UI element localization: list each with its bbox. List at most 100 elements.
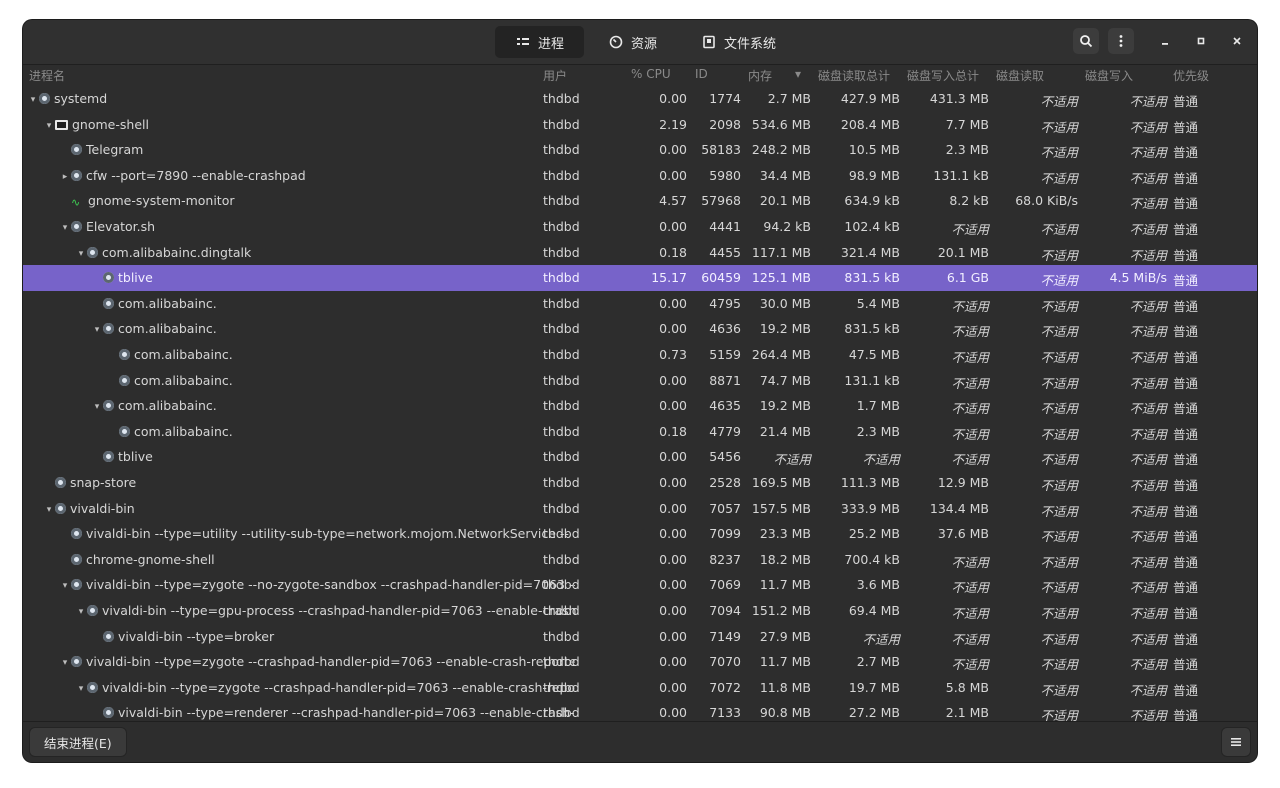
pid-cell: 7149	[709, 628, 741, 644]
table-row[interactable]: com.alibabainc. thdbd 0.18 4779 21.4 MB 2.3 M…	[23, 419, 1257, 445]
table-row[interactable]: vivaldi-bin --type=renderer --crashpad-h…	[23, 700, 1257, 721]
disk-write-cell: 不适用	[1129, 554, 1167, 570]
col-header-id[interactable]: ID	[695, 67, 708, 81]
disk-write-cell: 不适用	[1129, 170, 1167, 186]
priority-cell: 普通	[1173, 298, 1199, 314]
col-header-name[interactable]: 进程名	[29, 67, 65, 84]
memory-cell: 19.2 MB	[759, 321, 811, 337]
collapse-arrow-icon[interactable]: ▾	[75, 249, 87, 259]
search-icon	[1080, 35, 1093, 48]
priority-cell: 普通	[1173, 247, 1199, 263]
priority-cell: 普通	[1173, 196, 1199, 212]
menu-button[interactable]	[1108, 28, 1134, 54]
table-row[interactable]: ∿ gnome-system-monitor thdbd 4.57 57968 20.1 …	[23, 188, 1257, 214]
end-process-button[interactable]: 结束进程(E)	[30, 728, 126, 756]
minimize-button[interactable]	[1154, 30, 1176, 52]
tab-label: 进程	[538, 36, 565, 52]
process-name: cfw --port=7890 --enable-crashpad	[86, 167, 306, 183]
table-row[interactable]: chrome-gnome-shell thdbd 0.00 8237 18.2 MB 70…	[23, 547, 1257, 573]
collapse-arrow-icon[interactable]: ▾	[59, 581, 71, 591]
process-name: chrome-gnome-shell	[86, 551, 215, 567]
process-icon	[71, 169, 82, 181]
priority-cell: 普通	[1173, 580, 1199, 596]
memory-cell: 30.0 MB	[759, 295, 811, 311]
disk-read-cell: 68.0 KiB/s	[1015, 193, 1078, 209]
priority-cell: 普通	[1173, 503, 1199, 519]
collapse-arrow-icon[interactable]: ▾	[91, 325, 103, 335]
user-cell: thdbd	[543, 142, 580, 158]
priority-cell: 普通	[1173, 452, 1199, 468]
table-row[interactable]: ▾ vivaldi-bin --type=gpu-process --crashp…	[23, 598, 1257, 624]
collapse-arrow-icon[interactable]: ▾	[91, 402, 103, 412]
search-button[interactable]	[1073, 28, 1099, 54]
collapse-arrow-icon[interactable]: ▾	[43, 121, 55, 131]
col-header-disk-write[interactable]: 磁盘写入	[1085, 67, 1133, 84]
collapse-arrow-icon[interactable]: ▾	[75, 607, 87, 617]
disk-read-cell: 不适用	[1040, 298, 1078, 314]
table-row[interactable]: ▾ vivaldi-bin --type=zygote --crashpad-ha…	[23, 649, 1257, 675]
process-name: com.alibabainc.	[134, 372, 233, 388]
table-row[interactable]: ▾ vivaldi-bin thdbd 0.00 7057 157.5 MB 333.9 M…	[23, 496, 1257, 522]
table-row[interactable]: Telegram thdbd 0.00 58183 248.2 MB 10.5 MB 2.3…	[23, 137, 1257, 163]
process-name-cell: ∿ gnome-system-monitor	[23, 193, 575, 208]
collapse-arrow-icon[interactable]: ▾	[59, 223, 71, 233]
tab-resources[interactable]: 资源	[588, 26, 677, 58]
maximize-button[interactable]	[1190, 30, 1212, 52]
tab-processes[interactable]: 进程	[495, 26, 585, 58]
disk-write-total-cell: 不适用	[951, 350, 989, 365]
memory-cell: 不适用	[773, 452, 811, 468]
table-row[interactable]: ▾ com.alibabainc. thdbd 0.00 4636 19.2 MB 831.…	[23, 316, 1257, 342]
col-header-disk-read[interactable]: 磁盘读取	[996, 67, 1044, 84]
table-row[interactable]: com.alibabainc. thdbd 0.00 8871 74.7 MB 131.1…	[23, 368, 1257, 394]
disk-read-cell: 不适用	[1040, 606, 1078, 621]
collapse-arrow-icon[interactable]: ▾	[27, 95, 39, 105]
col-header-disk-read-total[interactable]: 磁盘读取总计	[818, 67, 890, 84]
options-button[interactable]	[1222, 728, 1250, 756]
table-row[interactable]: tblive thdbd 15.17 60459 125.1 MB 831.5 kB 6.1…	[23, 265, 1257, 291]
table-row[interactable]: ▾ Elevator.sh thdbd 0.00 4441 94.2 kB 102.4 kB…	[23, 214, 1257, 240]
table-row[interactable]: com.alibabainc. thdbd 0.00 4795 30.0 MB 5.4 M…	[23, 291, 1257, 317]
collapse-arrow-icon[interactable]: ▾	[43, 505, 55, 515]
table-row[interactable]: ▾ vivaldi-bin --type=zygote --no-zygote-s…	[23, 572, 1257, 598]
col-header-priority[interactable]: 优先级	[1173, 67, 1209, 84]
col-header-disk-write-total[interactable]: 磁盘写入总计	[907, 67, 979, 84]
user-cell: thdbd	[543, 423, 580, 439]
table-row[interactable]: snap-store thdbd 0.00 2528 169.5 MB 111.3 MB 1…	[23, 470, 1257, 496]
disk-read-total-cell: 208.4 MB	[840, 116, 900, 132]
expand-arrow-icon[interactable]: ▸	[59, 172, 71, 182]
tab-filesystems[interactable]: 文件系统	[681, 26, 796, 58]
disk-read-total-cell: 427.9 MB	[840, 91, 900, 106]
priority-cell: 普通	[1173, 170, 1199, 186]
process-name-cell: ▾ vivaldi-bin --type=gpu-process --crashp…	[23, 603, 591, 618]
table-row[interactable]: ▾ gnome-shell thdbd 2.19 2098 534.6 MB 208.4 M…	[23, 112, 1257, 138]
table-row[interactable]: ▾ com.alibabainc.dingtalk thdbd 0.18 4455 117…	[23, 240, 1257, 266]
priority-cell: 普通	[1173, 478, 1199, 493]
collapse-arrow-icon[interactable]: ▾	[59, 658, 71, 668]
close-button[interactable]	[1226, 30, 1248, 52]
disk-read-cell: 不适用	[1040, 401, 1078, 417]
table-row[interactable]: com.alibabainc. thdbd 0.73 5159 264.4 MB 47.5…	[23, 342, 1257, 368]
disk-write-cell: 不适用	[1129, 350, 1167, 365]
priority-cell: 普通	[1173, 631, 1199, 647]
priority-cell: 普通	[1173, 324, 1199, 340]
process-name: tblive	[118, 270, 153, 286]
table-row[interactable]: vivaldi-bin --type=broker thdbd 0.00 7149 27…	[23, 624, 1257, 650]
table-row[interactable]: ▾ com.alibabainc. thdbd 0.00 4635 19.2 MB 1.7 …	[23, 393, 1257, 419]
process-name-cell: snap-store	[23, 475, 559, 490]
disk-read-total-cell: 10.5 MB	[848, 142, 900, 158]
process-icon	[71, 656, 82, 668]
table-row[interactable]: ▾ systemd thdbd 0.00 1774 2.7 MB 427.9 MB 431.3…	[23, 86, 1257, 112]
table-row[interactable]: tblive thdbd 0.00 5456 不适用 不适用 不适用 不适用 不适用 普通	[23, 444, 1257, 470]
process-tree: ▾ systemd thdbd 0.00 1774 2.7 MB 427.9 MB 431.3…	[23, 86, 1257, 721]
table-row[interactable]: ▸ cfw --port=7890 --enable-crashpad thdbd 0…	[23, 163, 1257, 189]
collapse-arrow-icon[interactable]: ▾	[75, 684, 87, 694]
table-row[interactable]: ▾ vivaldi-bin --type=zygote --crashpad-ha…	[23, 675, 1257, 701]
col-header-memory[interactable]: 内存	[748, 67, 772, 84]
disk-write-cell: 不适用	[1129, 529, 1167, 545]
col-header-cpu[interactable]: % CPU	[631, 67, 671, 81]
priority-cell: 普通	[1173, 119, 1199, 135]
memory-cell: 2.7 MB	[767, 91, 811, 106]
col-header-user[interactable]: 用户	[543, 67, 567, 84]
table-row[interactable]: vivaldi-bin --type=utility --utility-sub…	[23, 521, 1257, 547]
pid-cell: 4636	[709, 321, 741, 337]
